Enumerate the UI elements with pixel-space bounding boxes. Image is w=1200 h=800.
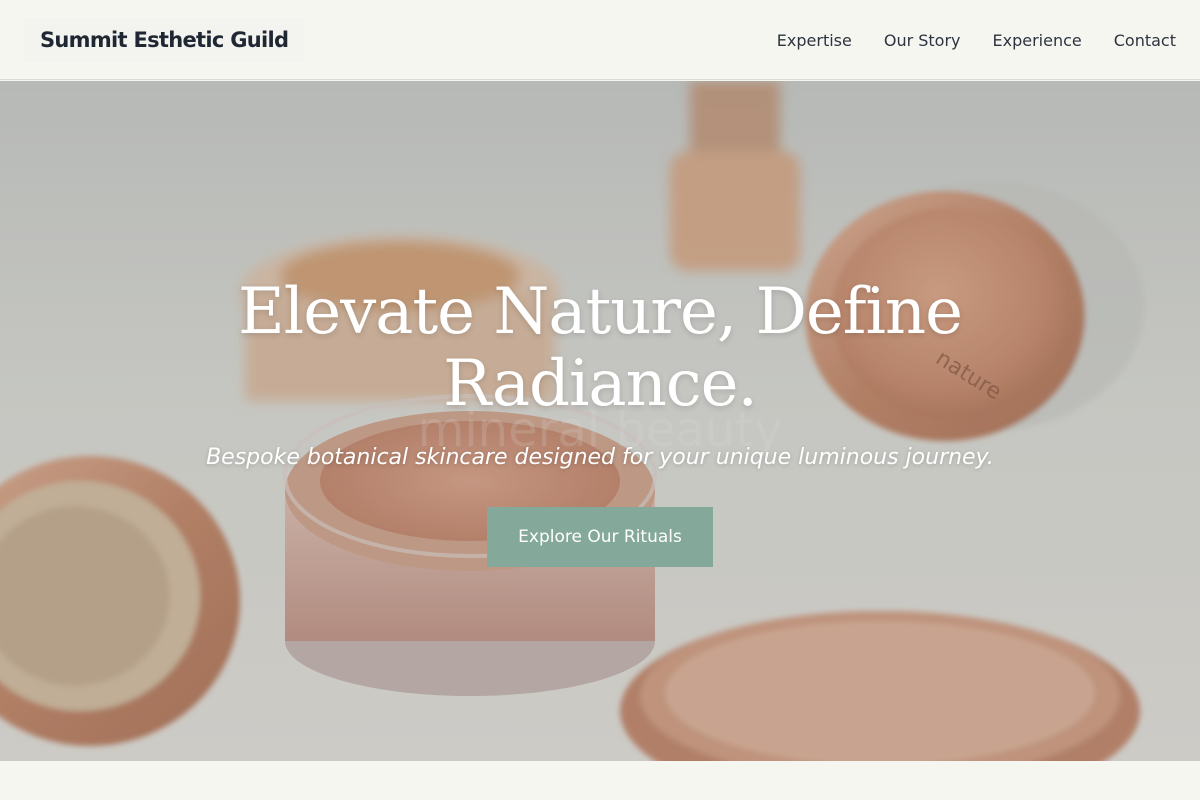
nav-link-contact[interactable]: Contact (1114, 31, 1176, 50)
nav-link-our-story[interactable]: Our Story (884, 31, 961, 50)
main-nav: Expertise Our Story Experience Contact (777, 0, 1176, 80)
brand-logo[interactable]: Summit Esthetic Guild (24, 18, 305, 62)
hero-content: Elevate Nature, Define Radiance. Bespoke… (0, 81, 1200, 761)
nav-link-expertise[interactable]: Expertise (777, 31, 852, 50)
hero-section: mineral beauty nature Elevate Nature, De… (0, 81, 1200, 761)
nav-link-experience[interactable]: Experience (993, 31, 1082, 50)
explore-rituals-button[interactable]: Explore Our Rituals (487, 507, 713, 567)
site-header: Summit Esthetic Guild Expertise Our Stor… (0, 0, 1200, 80)
hero-subtitle: Bespoke botanical skincare designed for … (206, 445, 994, 470)
hero-title: Elevate Nature, Define Radiance. (238, 275, 963, 421)
next-section-band (0, 761, 1200, 800)
